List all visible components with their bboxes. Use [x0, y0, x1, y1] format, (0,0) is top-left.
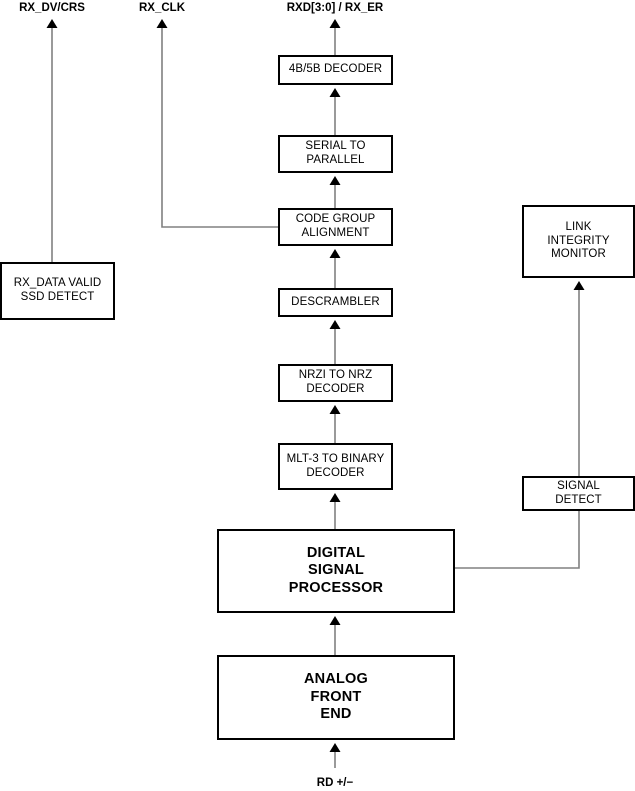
- block-link-integrity-monitor: LINK INTEGRITY MONITOR: [522, 205, 635, 278]
- port-label-rxd-rx-er: RXD[3:0] / RX_ER: [286, 2, 384, 14]
- block-label: ANALOG FRONT END: [303, 671, 369, 723]
- block-label: DIGITAL SIGNAL PROCESSOR: [288, 544, 384, 596]
- block-label: RX_DATA VALID SSD DETECT: [13, 277, 102, 303]
- port-label-rd-plus-minus: RD +/−: [316, 777, 354, 789]
- block-label: 4B/5B DECODER: [288, 63, 383, 76]
- port-label-rx-dv-crs: RX_DV/CRS: [19, 2, 85, 14]
- wire-cga-to-rxclk: [156, 19, 278, 228]
- block-label: SERIAL TO PARALLEL: [305, 140, 366, 166]
- receive-block-diagram: RX_DV/CRS RX_CLK RXD[3:0] / RX_ER RD +/−…: [0, 0, 635, 791]
- block-rx-data-valid-ssd-detect: RX_DATA VALID SSD DETECT: [0, 262, 115, 320]
- block-mlt3-to-binary-decoder: MLT-3 TO BINARY DECODER: [278, 443, 393, 490]
- block-code-group-alignment: CODE GROUP ALIGNMENT: [278, 208, 393, 246]
- block-label: MLT-3 TO BINARY DECODER: [286, 452, 385, 479]
- block-label: CODE GROUP ALIGNMENT: [295, 213, 376, 239]
- block-analog-front-end: ANALOG FRONT END: [217, 655, 455, 740]
- block-label: NRZI TO NRZ DECODER: [298, 369, 373, 395]
- block-digital-signal-processor: DIGITAL SIGNAL PROCESSOR: [217, 529, 455, 613]
- block-label: LINK INTEGRITY MONITOR: [547, 220, 610, 261]
- port-label-rx-clk: RX_CLK: [138, 2, 186, 14]
- block-serial-to-parallel: SERIAL TO PARALLEL: [278, 135, 393, 173]
- block-label: SIGNAL DETECT: [555, 479, 602, 506]
- block-signal-detect: SIGNAL DETECT: [522, 476, 635, 511]
- block-descrambler: DESCRAMBLER: [278, 288, 393, 317]
- block-label: DESCRAMBLER: [291, 295, 380, 308]
- wire-dsp-to-signal-detect: [455, 511, 580, 569]
- block-nrzi-to-nrz-decoder: NRZI TO NRZ DECODER: [278, 364, 393, 402]
- block-4b5b-decoder: 4B/5B DECODER: [278, 55, 393, 85]
